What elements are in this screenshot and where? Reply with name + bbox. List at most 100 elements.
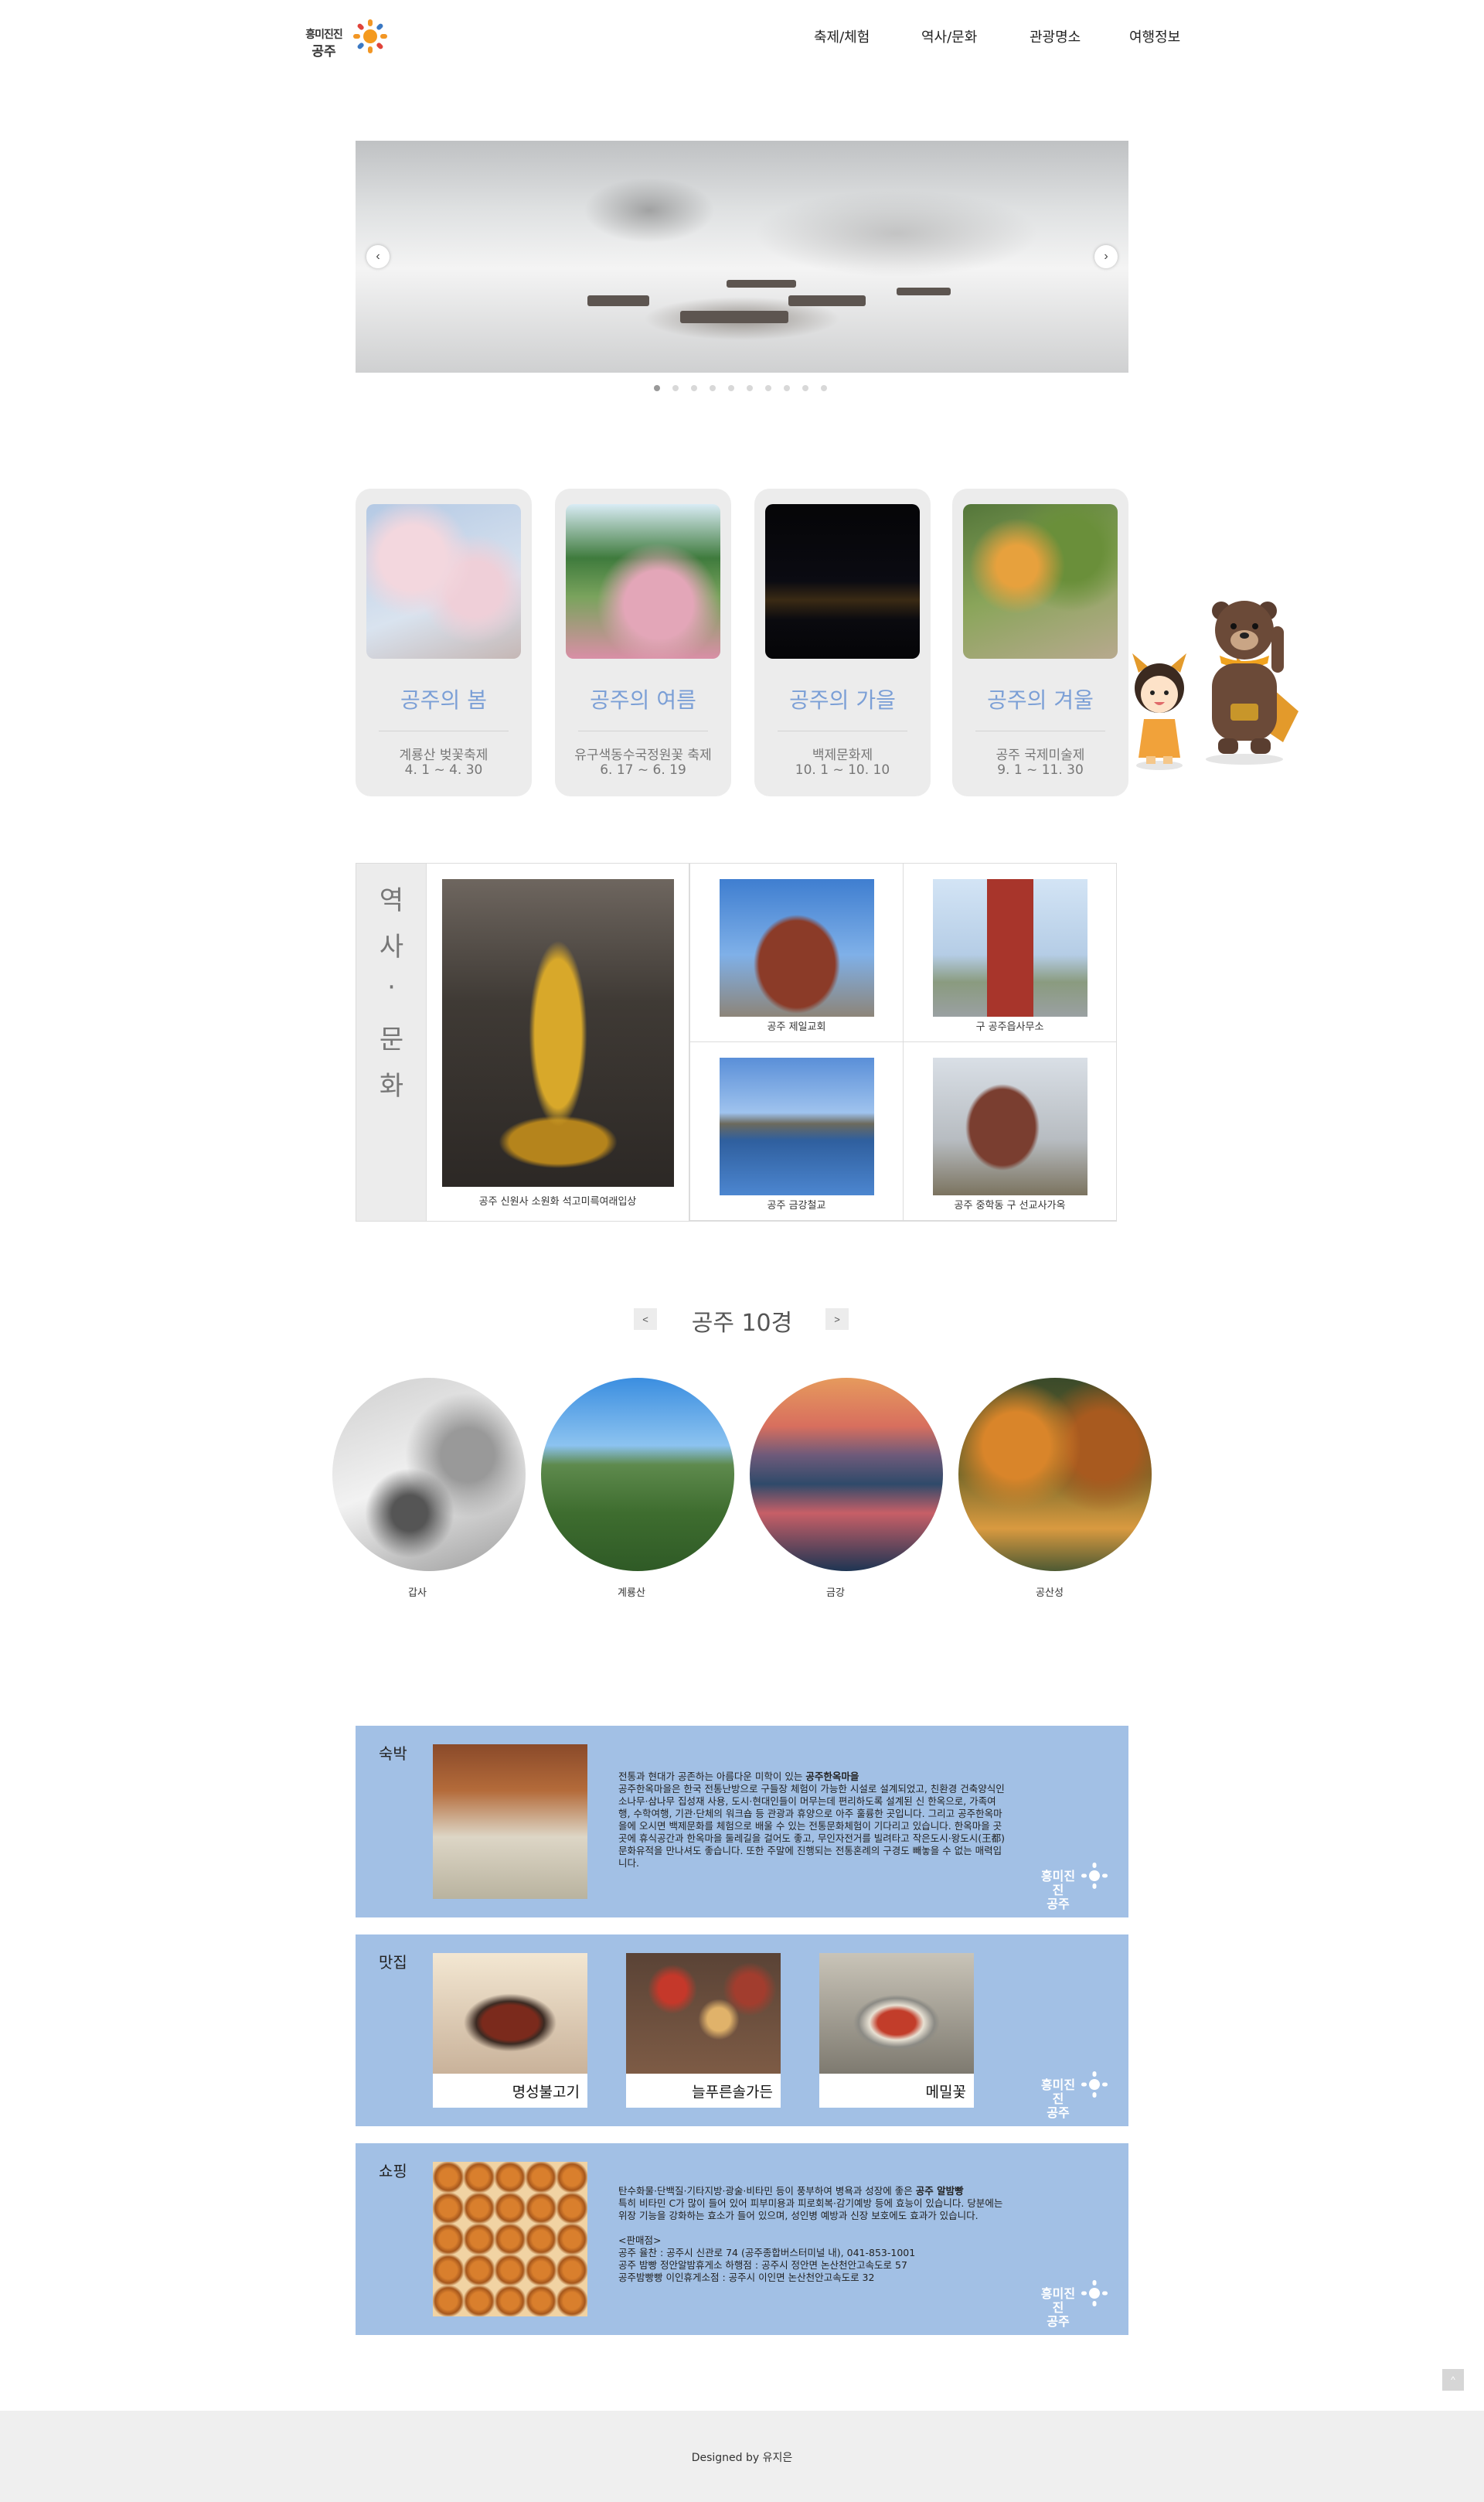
slider-dot[interactable]: [821, 385, 827, 391]
slider-prev-button[interactable]: ‹: [366, 245, 390, 268]
sun-logo-icon: [353, 19, 387, 53]
logo-text: 흥미진진 공주: [301, 26, 346, 60]
view-gapsa[interactable]: [332, 1378, 526, 1571]
panel-logo: 흥미진진 공주: [1036, 2269, 1113, 2329]
shop-info-line: 공주 율찬 : 공주시 신관로 74 (공주종합버스터미널 내), 041-85…: [618, 2247, 916, 2258]
restaurant-card[interactable]: 늘푸른솔가든: [626, 1953, 781, 2108]
church-photo: [720, 879, 874, 1017]
history-label-char: 화: [379, 1071, 404, 1102]
nav-history[interactable]: 역사/문화: [921, 26, 977, 46]
slider-dot[interactable]: [710, 385, 716, 391]
shop-text-body: 특히 비타민 C가 많이 들어 있어 피부미용과 피로회복·감기예방 등에 효능…: [618, 2197, 1003, 2221]
festival-name: 백제문화제: [812, 748, 873, 763]
slider-dot[interactable]: [728, 385, 734, 391]
slider-dot[interactable]: [654, 385, 660, 391]
naengmyeon-photo: [819, 1953, 974, 2074]
nav-travel-info[interactable]: 여행정보: [1129, 26, 1180, 46]
stay-panel: 숙박 전통과 현대가 공존하는 아름다운 미학이 있는 공주한옥마을 공주한옥마…: [356, 1726, 1128, 1917]
slider-temple-roof: [727, 280, 796, 288]
stay-description: 전통과 현대가 공존하는 아름다운 미학이 있는 공주한옥마을 공주한옥마을은 …: [618, 1771, 1005, 1870]
buddha-statue-photo: [442, 879, 674, 1187]
sun-logo-icon: [1081, 1863, 1108, 1889]
festival-date: 6. 17 ~ 6. 19: [600, 762, 686, 778]
slider-dot[interactable]: [691, 385, 697, 391]
stay-text-intro: 전통과 현대가 공존하는 아름다운 미학이 있는: [618, 1771, 806, 1782]
panel-logo-line2: 공주: [1047, 2314, 1070, 2329]
food-title: 맛집: [379, 1953, 407, 1972]
slider-temple-roof: [587, 295, 649, 306]
stay-text-bold: 공주한옥마을: [805, 1771, 859, 1782]
season-card-summer[interactable]: 공주의 여름 유구색동수국정원꽃 축제 6. 17 ~ 6. 19: [555, 489, 731, 796]
slider-dot[interactable]: [672, 385, 679, 391]
history-label-char: 사: [379, 932, 404, 963]
gapsa-photo: [332, 1378, 526, 1571]
slider-temple-roof: [788, 295, 866, 306]
ten-views-prev-button[interactable]: <: [634, 1308, 657, 1330]
history-item[interactable]: 공주 금강철교: [689, 1042, 903, 1221]
restaurant-card[interactable]: 메밀꽃: [819, 1953, 974, 2108]
history-item[interactable]: 공주 중학동 구 선교사가옥: [903, 1042, 1116, 1221]
stay-title: 숙박: [379, 1744, 407, 1763]
season-card-spring[interactable]: 공주의 봄 계룡산 벚꽃축제 4. 1 ~ 4. 30: [356, 489, 532, 796]
shop-description: 탄수화물·단백질·기타지방·광술·비타민 등이 풍부하여 병욕과 성장에 좋은 …: [618, 2185, 1005, 2284]
slider-dot[interactable]: [784, 385, 790, 391]
view-gongsanseong[interactable]: [958, 1378, 1152, 1571]
slider-temple-roof: [680, 311, 788, 323]
nav-attractions[interactable]: 관광명소: [1030, 26, 1081, 46]
panel-logo: 흥미진진 공주: [1036, 1851, 1113, 1911]
history-feature[interactable]: 공주 신원사 소원화 석고미륵여래입상: [427, 864, 689, 1221]
ten-views-next-button[interactable]: >: [825, 1308, 849, 1330]
view-caption: 갑사: [408, 1587, 427, 1599]
season-card-winter[interactable]: 공주의 겨울 공주 국제미술제 9. 1 ~ 11. 30: [952, 489, 1128, 796]
site-logo[interactable]: 흥미진진 공주: [301, 8, 397, 62]
sun-logo-icon: [1081, 2071, 1108, 2098]
panel-logo-text: 흥미진진 공주: [1036, 1870, 1081, 1911]
slider-dot[interactable]: [747, 385, 753, 391]
festival-name: 계룡산 벚꽃축제: [399, 748, 488, 763]
slider-next-button[interactable]: ›: [1094, 245, 1118, 268]
shop-info-line: 공주 밤빵 정안알밤휴게소 하행점 : 공주시 정안면 논산천안고속도로 57: [618, 2259, 907, 2271]
chestnut-bread-photo[interactable]: [433, 2162, 587, 2316]
scroll-top-button[interactable]: ^: [1442, 2369, 1464, 2391]
panel-logo-text: 흥미진진 공주: [1036, 2078, 1081, 2120]
slider-temple-roof: [897, 288, 951, 295]
season-title: 공주의 겨울: [987, 687, 1094, 713]
slider-dots: [654, 385, 827, 391]
ten-views-title: 공주 10경: [691, 1310, 793, 1337]
mascot-bear-icon: [1206, 601, 1298, 765]
view-gyeryongsan[interactable]: [541, 1378, 734, 1571]
view-geumgang[interactable]: [750, 1378, 943, 1571]
season-photo: [566, 504, 720, 659]
history-item[interactable]: 공주 제일교회: [689, 864, 903, 1042]
season-card-autumn[interactable]: 공주의 가을 백제문화제 10. 1 ~ 10. 10: [754, 489, 931, 796]
season-title: 공주의 가을: [789, 687, 896, 713]
panel-logo-line2: 공주: [1047, 1897, 1070, 1911]
stay-text-body: 공주한옥마을은 한국 전통난방으로 구들장 체험이 가능한 시설로 설계되었고,…: [618, 1783, 1005, 1869]
sun-logo-icon: [1081, 2280, 1108, 2306]
logo-line2: 공주: [311, 44, 336, 60]
festival-date: 4. 1 ~ 4. 30: [404, 762, 483, 778]
footer-credit: Designed by 유지은: [691, 2452, 793, 2464]
panel-logo-line1: 흥미진진: [1040, 2286, 1076, 2315]
history-label-char: ·: [387, 972, 396, 1003]
logo-line1: 흥미진진: [305, 29, 343, 41]
view-caption: 계룡산: [618, 1587, 645, 1599]
festival-date: 9. 1 ~ 11. 30: [997, 762, 1084, 778]
shop-text-bold: 공주 알밤빵: [915, 2185, 964, 2197]
shopping-panel: 쇼핑 탄수화물·단백질·기타지방·광술·비타민 등이 풍부하여 병욕과 성장에 …: [356, 2143, 1128, 2335]
geumgang-photo: [750, 1378, 943, 1571]
panel-logo: 흥미진진 공주: [1036, 2060, 1113, 2120]
hanjeongsik-photo: [626, 1953, 781, 2074]
restaurant-card[interactable]: 명성불고기: [433, 1953, 587, 2108]
history-item[interactable]: 구 공주읍사무소: [903, 864, 1116, 1042]
slider-dot[interactable]: [802, 385, 808, 391]
hanok-village-photo[interactable]: [433, 1744, 587, 1899]
nav-festival[interactable]: 축제/체험: [814, 26, 870, 46]
mascot-girl-icon: [1132, 653, 1186, 770]
slider-dot[interactable]: [765, 385, 771, 391]
view-caption: 금강: [826, 1587, 845, 1599]
restaurant-name: 메밀꽃: [925, 2084, 966, 2101]
bridge-photo: [720, 1058, 874, 1195]
history-item-caption: 공주 금강철교: [767, 1200, 826, 1212]
bulgogi-photo: [433, 1953, 587, 2074]
